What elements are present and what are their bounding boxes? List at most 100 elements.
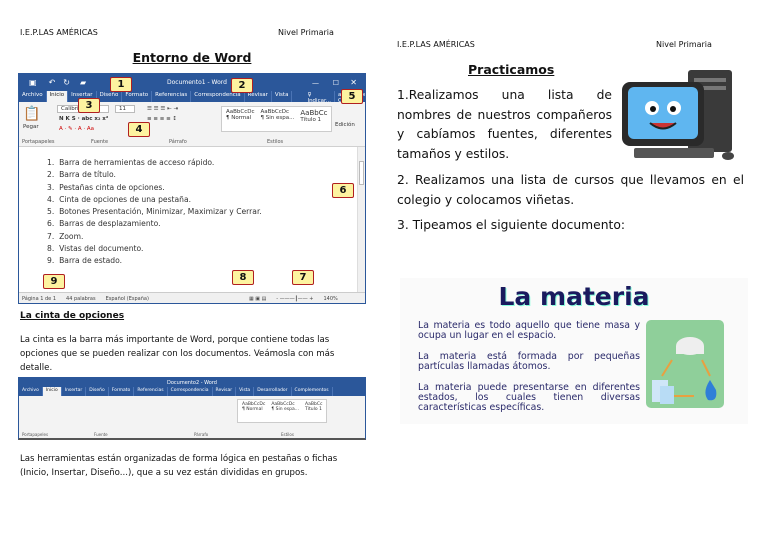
style-name: ¶ Normal (226, 115, 252, 121)
open-icon: ▰ (79, 78, 87, 87)
word-count: 44 palabras (66, 295, 96, 302)
callout-6: 6 (332, 183, 354, 198)
callout-1: 1 (110, 77, 132, 92)
paste-button[interactable]: Pegar (23, 124, 39, 130)
tab-revisar[interactable]: Revisar (213, 387, 237, 396)
paste-icon: 📋 (23, 106, 41, 122)
tab-archivo[interactable]: Archivo (19, 387, 43, 396)
group-label: Portapapeles (22, 139, 55, 145)
undo-icon: ↶ (48, 78, 56, 87)
word-screenshot: ▣ ↶ ↻ ▰ Documento1 - Word — ☐ ✕ Archivo … (18, 73, 366, 304)
tab-correspondencia[interactable]: Correspondencia (168, 387, 213, 396)
tab-referencias[interactable]: Referencias (134, 387, 168, 396)
tab-archivo[interactable]: Archivo (19, 91, 47, 102)
computer-illustration (622, 70, 734, 160)
styles-gallery[interactable]: AaBbCcDc ¶ Normal AaBbCcDc ¶ Sin espa... A… (237, 399, 328, 423)
tab-inicio[interactable]: Inicio (46, 91, 69, 102)
group-label: Estilos (281, 432, 294, 437)
level: Nivel Primaria (656, 40, 712, 49)
list-item: 4. Cinta de opciones de una pestaña. (47, 194, 192, 204)
styles-gallery[interactable]: AaBbCcDc ¶ Normal AaBbCcDc ¶ Sin espa... A… (221, 106, 333, 132)
list-item: 8. Vistas del documento. (47, 244, 144, 254)
tab-diseno[interactable]: Diseño (86, 387, 109, 396)
save-icon: ▣ (29, 78, 37, 87)
materia-title: La materia (498, 282, 650, 311)
group-label: Párrafo (169, 139, 187, 145)
list-item: 3. Pestañas cinta de opciones. (47, 182, 165, 192)
ribbon-screenshot: Documento2 - Word Archivo Inicio Inserta… (18, 377, 366, 440)
tab-desarrollador[interactable]: Desarrollador (254, 387, 292, 396)
list-item: 7. Zoom. (47, 231, 84, 241)
redo-icon: ↻ (63, 78, 70, 87)
minimize-icon: — (312, 78, 319, 87)
materia-document: La materia La materia es todo aquello qu… (400, 278, 748, 424)
group-label: Portapapeles (22, 432, 49, 437)
ribbon-tabs: Archivo Inicio Insertar Diseño Formato R… (19, 91, 365, 104)
format-buttons[interactable]: N K S · abc x₂ x² (59, 116, 108, 122)
paragraph: Las herramientas están organizadas de fo… (20, 454, 338, 478)
page-title: Practicamos (468, 62, 555, 77)
materia-paragraph: La materia puede presentarse en diferent… (418, 382, 640, 413)
list-item: 2. Barra de título. (47, 170, 116, 180)
style-name: ¶ Sin espa... (260, 115, 295, 121)
tell-me[interactable]: ♀ Indicar... (304, 91, 335, 104)
tab-vista[interactable]: Vista (272, 91, 293, 102)
title-bar: ▣ ↶ ↻ ▰ Documento1 - Word — ☐ ✕ (19, 74, 365, 91)
group-label: Fuente (91, 139, 109, 145)
page-title: Entorno de Word (132, 50, 252, 65)
tab-inicio[interactable]: Inicio (42, 387, 62, 396)
ribbon-tabs: Archivo Inicio Insertar Diseño Formato R… (19, 387, 365, 396)
paragraph-buttons[interactable]: ☰ ☰ ☰ ⇤ ⇥ (147, 106, 178, 112)
callout-2: 2 (231, 78, 253, 93)
align-buttons[interactable]: ≡ ≡ ≡ ≡ ↕ (147, 116, 177, 122)
page-count: Página 1 de 1 (22, 295, 57, 302)
window-title: Documento1 - Word (167, 79, 227, 86)
list-item: 1. Barra de herramientas de acceso rápid… (47, 158, 215, 167)
list-item: 9. Barra de estado. (47, 256, 123, 266)
tab-insertar[interactable]: Insertar (62, 387, 87, 396)
style-sample: AaBbCc (300, 109, 328, 117)
callout-3: 3 (78, 98, 100, 113)
list-item: 6. Barras de desplazamiento. (47, 219, 161, 229)
instruction-1: 1.Realizamos una lista de nombres de nue… (397, 88, 612, 161)
school-name: I.E.P.LAS AMÉRICAS (20, 28, 98, 37)
window-title: Documento2 - Word (167, 379, 217, 386)
school-name: I.E.P.LAS AMÉRICAS (397, 40, 475, 49)
tab-formato[interactable]: Formato (122, 91, 153, 102)
instruction-2: 2. Realizamos una lista de cursos que ll… (397, 173, 744, 207)
list-item: 5. Botones Presentación, Minimizar, Maxi… (47, 207, 262, 217)
tab-diseno[interactable]: Diseño (97, 91, 123, 102)
view-buttons[interactable]: ▦ ▣ ▤ (249, 296, 266, 302)
callout-7: 7 (292, 270, 314, 285)
style-name: Título 1 (300, 117, 322, 123)
callout-4: 4 (128, 122, 150, 137)
level: Nivel Primaria (278, 28, 334, 37)
ribbon: 📋 Pegar Calibri 11 N K S · abc x₂ x² A ·… (19, 102, 365, 147)
callout-8: 8 (232, 270, 254, 285)
numbered-list: 1. Barra de herramientas de acceso rápid… (47, 157, 262, 268)
paragraph: La cinta es la barra más importante de W… (20, 335, 335, 373)
tab-complementos[interactable]: Complementos (292, 387, 333, 396)
tab-formato[interactable]: Formato (109, 387, 135, 396)
status-bar: Página 1 de 1 44 palabras Español (Españ… (19, 292, 365, 303)
tab-vista[interactable]: Vista (236, 387, 255, 396)
materia-paragraph: La materia está formada por pequeñas par… (418, 351, 640, 372)
size-select[interactable]: 11 (115, 105, 135, 113)
group-label: Estilos (267, 139, 284, 145)
states-of-matter-icon (646, 320, 724, 408)
edit-button[interactable]: Edición (335, 122, 355, 128)
zoom-slider[interactable]: - ———┃—— + (276, 296, 313, 302)
tab-referencias[interactable]: Referencias (152, 91, 192, 102)
ribbon: AaBbCcDc ¶ Normal AaBbCcDc ¶ Sin espa... A… (19, 396, 365, 438)
title-bar: Documento2 - Word (19, 378, 365, 387)
callout-9: 9 (43, 274, 65, 289)
vertical-scrollbar[interactable] (357, 147, 365, 292)
language: Español (España) (105, 295, 149, 302)
close-icon: ✕ (350, 78, 357, 87)
font-color-buttons[interactable]: A · ✎ · A · Aa (59, 126, 94, 132)
group-label: Fuente (94, 432, 108, 437)
callout-5: 5 (341, 89, 363, 104)
maximize-icon: ☐ (332, 78, 339, 87)
materia-paragraph: La materia es todo aquello que tiene mas… (418, 320, 640, 341)
instruction-3: 3. Tipeamos el siguiente documento: (397, 218, 626, 232)
